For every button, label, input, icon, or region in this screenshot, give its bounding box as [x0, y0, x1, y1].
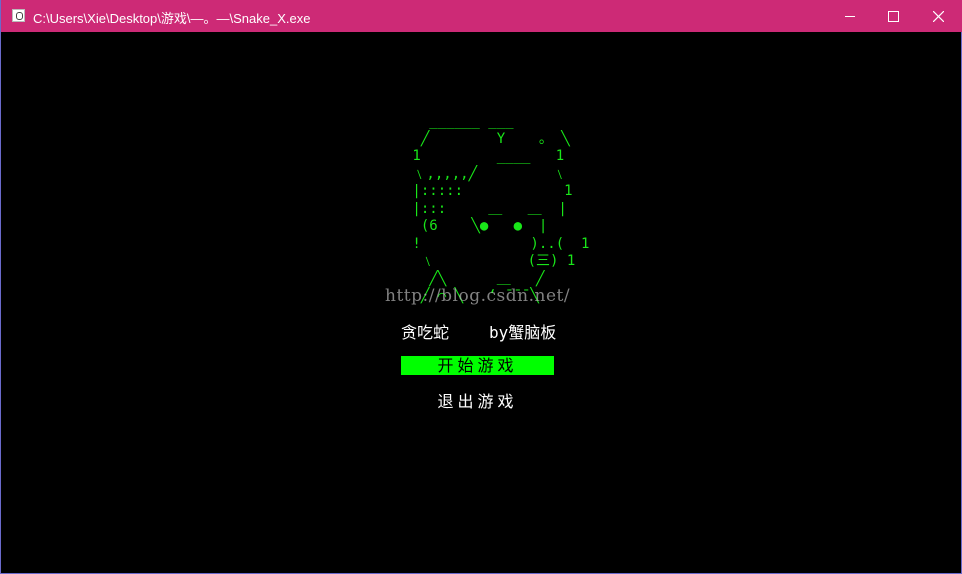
menu-item-exit-game[interactable]: 退出游戏 [401, 392, 554, 411]
author-credit: by蟹脑板 [489, 323, 557, 342]
maximize-icon [888, 11, 899, 22]
title-bar[interactable]: C:\Users\Xie\Desktop\游戏\—。—\Snake_X.exe [1, 0, 962, 32]
ascii-art-character: ______ ___ ╱ Y 。 ╲ 1 ____ 1 ﹨,,,,,╱ ﹨ |:… [412, 113, 590, 304]
close-button[interactable] [915, 0, 961, 32]
console-app-icon[interactable] [12, 9, 25, 22]
menu-item-start-game[interactable]: 开始游戏 [401, 356, 554, 375]
window-title: C:\Users\Xie\Desktop\游戏\—。—\Snake_X.exe [33, 11, 311, 26]
console-window: C:\Users\Xie\Desktop\游戏\—。—\Snake_X.exe … [0, 0, 962, 574]
close-icon [933, 11, 944, 22]
maximize-button[interactable] [871, 0, 917, 32]
game-title: 贪吃蛇 [401, 323, 450, 342]
minimize-button[interactable] [827, 0, 873, 32]
watermark: http://blog.csdn.net/ [385, 286, 571, 306]
minimize-icon [845, 16, 855, 17]
